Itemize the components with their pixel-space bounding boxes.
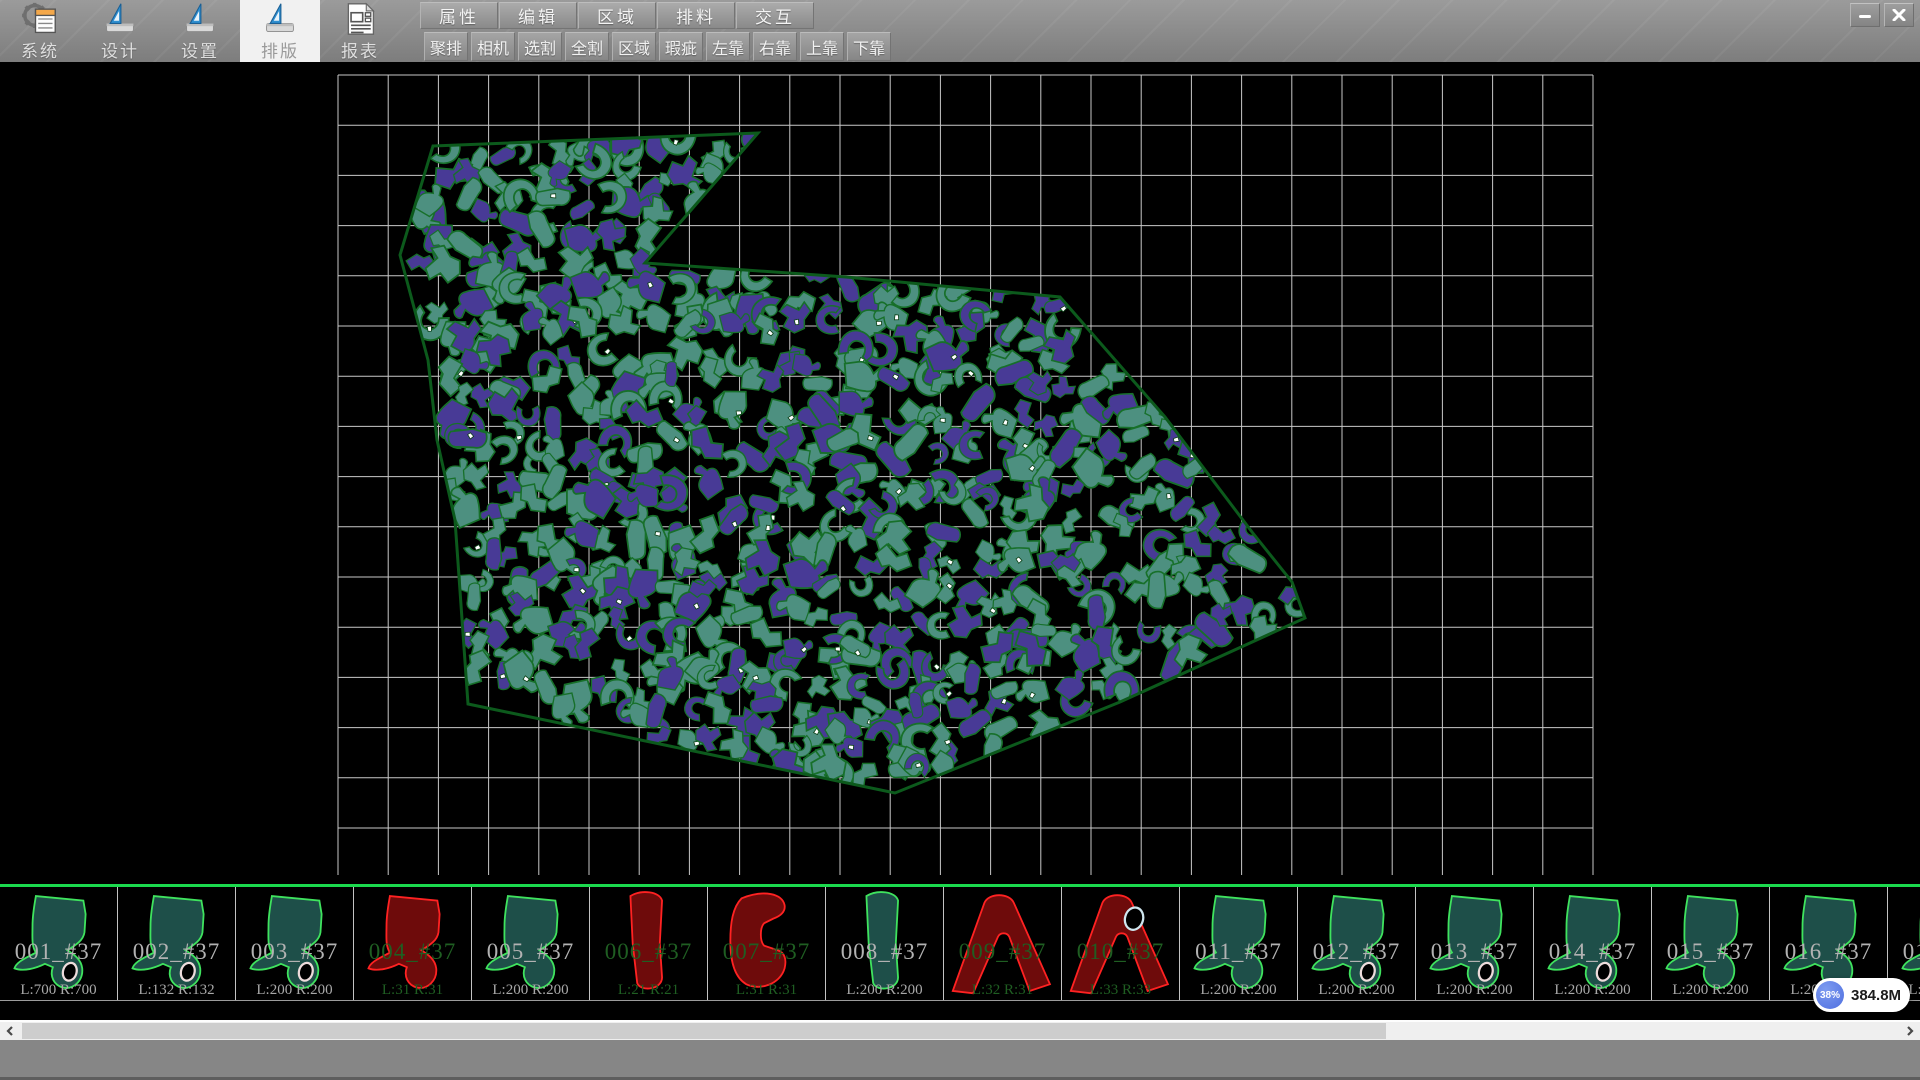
nav-tab-label: 设置 [181,37,219,62]
chevron-right-icon [1906,1026,1914,1036]
piece-thumbnail-014[interactable]: 014_#37 L:200 R:200 [1534,887,1652,1000]
piece-thumbnail-009[interactable]: 009_#37 L:32 R:31 [944,887,1062,1000]
gear-document-icon [19,2,61,36]
close-button[interactable] [1884,3,1914,27]
close-icon [1892,9,1906,21]
piece-thumbnail-006[interactable]: 006_#37 L:21 R:21 [590,887,708,1000]
piece-thumbnail-015[interactable]: 015_#37 L:200 R:200 [1652,887,1770,1000]
menu-item-3[interactable]: 区域 [578,2,656,29]
piece-thumbnail-012[interactable]: 012_#37 L:200 R:200 [1298,887,1416,1000]
nav-tab-label: 排版 [261,37,299,62]
nav-tab-system[interactable]: 系统 [0,0,80,62]
strip-gap [0,1001,1920,1020]
tool-button-8[interactable]: 右靠 [753,32,797,61]
piece-shape [590,887,707,1000]
piece-thumbnail-003[interactable]: 003_#37 L:200 R:200 [236,887,354,1000]
application-window: 系统 设计 设置 排版 报表 属性编辑区域排料交互 聚排相机选割全割区域瑕疵左靠… [0,0,1920,1080]
scroll-left-button[interactable] [0,1022,20,1040]
nav-tab-layout[interactable]: 排版 [240,0,320,62]
piece-shape [1180,887,1297,1000]
window-controls [1850,3,1914,27]
tool-bar: 聚排相机选割全割区域瑕疵左靠右靠上靠下靠 [424,32,891,61]
piece-shape [118,887,235,1000]
tool-button-2[interactable]: 相机 [471,32,515,61]
tool-button-1[interactable]: 聚排 [424,32,468,61]
tool-button-9[interactable]: 上靠 [800,32,844,61]
nav-tab-settings[interactable]: 设置 [160,0,240,62]
piece-shape [826,887,943,1000]
piece-thumbnail-004[interactable]: 004_#37 L:31 R:31 [354,887,472,1000]
minimize-icon [1858,9,1872,21]
chevron-left-icon [6,1026,14,1036]
nesting-canvas[interactable] [0,62,1920,884]
menu-item-5[interactable]: 交互 [736,2,814,29]
piece-shape [1298,887,1415,1000]
nav-tab-label: 报表 [341,37,379,62]
scroll-right-button[interactable] [1900,1022,1920,1040]
piece-shape [944,887,1061,1000]
window-footer [0,1040,1920,1080]
menu-item-1[interactable]: 属性 [420,2,498,29]
nav-tab-design[interactable]: 设计 [80,0,160,62]
nav-tab-report[interactable]: 报表 [320,0,400,62]
menu-item-2[interactable]: 编辑 [499,2,577,29]
menu-bar: 属性编辑区域排料交互 [420,2,814,29]
menu-item-4[interactable]: 排料 [657,2,735,29]
tool-button-6[interactable]: 瑕疵 [659,32,703,61]
nested-pieces [403,111,1312,796]
piece-thumbnail-013[interactable]: 013_#37 L:200 R:200 [1416,887,1534,1000]
toolbar: 系统 设计 设置 排版 报表 属性编辑区域排料交互 聚排相机选割全割区域瑕疵左靠… [0,0,1920,62]
piece-shape [472,887,589,1000]
piece-shape [1416,887,1533,1000]
piece-thumbnail-001[interactable]: 001_#37 L:700 R:700 [0,887,118,1000]
memory-usage-widget[interactable]: 38% 384.8M [1813,978,1910,1012]
piece-thumbnail-005[interactable]: 005_#37 L:200 R:200 [472,887,590,1000]
tool-button-4[interactable]: 全割 [565,32,609,61]
piece-shape [1652,887,1769,1000]
horizontal-scrollbar[interactable] [0,1022,1920,1040]
piece-shape [236,887,353,1000]
ruler-icon [179,2,221,36]
ruler-icon [99,2,141,36]
nav-tab-label: 系统 [21,37,59,62]
main-nav-strip: 系统 设计 设置 排版 报表 [0,0,400,62]
piece-shape [1534,887,1651,1000]
tool-button-5[interactable]: 区域 [612,32,656,61]
piece-shape [708,887,825,1000]
tool-button-7[interactable]: 左靠 [706,32,750,61]
minimize-button[interactable] [1850,3,1880,27]
piece-thumbnail-010[interactable]: 010_#37 L:33 R:33 [1062,887,1180,1000]
piece-thumbnail-008[interactable]: 008_#37 L:200 R:200 [826,887,944,1000]
piece-shape [1062,887,1179,1000]
nav-tab-label: 设计 [101,37,139,62]
report-icon [339,2,381,36]
memory-percent-badge: 38% [1816,981,1844,1009]
piece-thumbnail-011[interactable]: 011_#37 L:200 R:200 [1180,887,1298,1000]
piece-thumbnail-002[interactable]: 002_#37 L:132 R:132 [118,887,236,1000]
tool-button-10[interactable]: 下靠 [847,32,891,61]
tool-button-3[interactable]: 选割 [518,32,562,61]
piece-thumbnail-007[interactable]: 007_#37 L:31 R:31 [708,887,826,1000]
scrollbar-thumb[interactable] [22,1023,1386,1039]
piece-shape [354,887,471,1000]
piece-thumbnail-strip: 001_#37 L:700 R:700 002_#37 L:132 R:132 … [0,887,1920,1001]
memory-value: 384.8M [1851,987,1901,1004]
piece-shape [0,887,117,1000]
ruler-icon [259,2,301,36]
